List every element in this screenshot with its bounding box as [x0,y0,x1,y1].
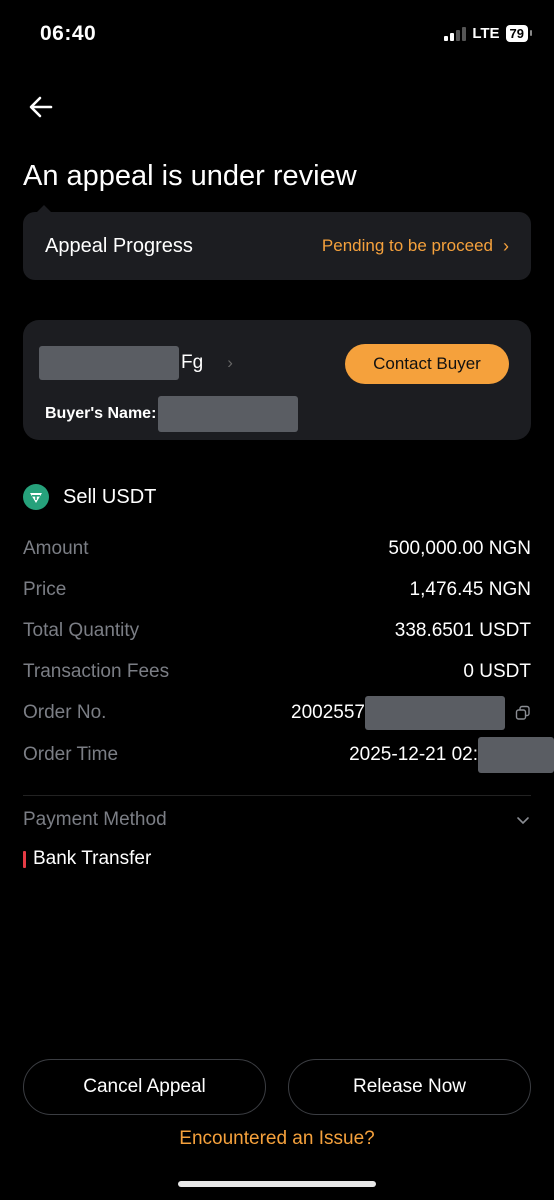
detail-value-order-no: 2002557 [291,696,531,731]
detail-value: 338.6501 USDT [394,619,531,641]
page-title: An appeal is under review [23,160,357,192]
divider [23,795,531,796]
chevron-right-icon: › [503,235,509,256]
detail-label: Total Quantity [23,619,140,641]
appeal-status[interactable]: Pending to be proceed › [322,236,509,257]
home-indicator[interactable] [178,1181,376,1187]
order-side: Sell USDT [23,484,156,510]
payment-marker [23,850,26,868]
redacted-buyer-name [158,396,299,432]
back-button[interactable] [24,90,58,124]
status-time: 06:40 [40,22,97,45]
detail-row-fees: Transaction Fees 0 USDT [23,652,531,693]
signal-icon [444,26,467,41]
encountered-issue-link[interactable]: Encountered an Issue? [0,1128,554,1150]
order-side-label: Sell USDT [63,485,157,508]
payment-method-value: Bank Transfer [33,848,152,869]
detail-row-quantity: Total Quantity 338.6501 USDT [23,610,531,651]
appeal-progress-card[interactable]: Appeal Progress Pending to be proceed › [23,205,531,280]
detail-value-order-time: 2025-12-21 02: [349,736,554,773]
detail-label: Transaction Fees [23,661,170,683]
status-bar: 06:40 LTE 79 [0,0,554,72]
status-indicators: LTE 79 [444,25,533,42]
appeal-status-text: Pending to be proceed [321,236,493,255]
tether-icon [23,484,49,510]
release-now-button[interactable]: Release Now [288,1059,531,1115]
redacted-order-number [365,696,505,731]
detail-row-order-time: Order Time 2025-12-21 02: [23,734,554,775]
detail-row-order-no: Order No. 2002557 [23,693,531,734]
network-type: LTE [472,25,500,42]
battery-icon: 79 [505,25,533,42]
buyer-nickname: Fg [181,352,204,373]
buyer-name-label: Buyer's Name: [45,405,157,422]
chevron-down-icon [517,817,529,825]
order-time: 2025-12-21 02: [349,743,478,765]
redacted-nickname [39,346,179,380]
redacted-order-time [478,736,554,773]
buyer-card: Fg › Contact Buyer Buyer's Name: [23,320,531,440]
detail-row-price: Price 1,476.45 NGN [23,569,531,610]
order-details: Amount 500,000.00 NGN Price 1,476.45 NGN… [23,528,554,775]
appeal-progress-label: Appeal Progress [45,234,193,257]
detail-value: 500,000.00 NGN [388,537,531,559]
payment-method-label: Payment Method [23,809,167,830]
buyer-name-row: Buyer's Name: [45,396,299,432]
detail-label: Order No. [23,702,107,724]
payment-method-header[interactable]: Payment Method [23,806,531,834]
detail-label: Order Time [23,743,119,765]
chevron-right-icon: › [227,353,233,372]
copy-icon[interactable] [515,705,531,721]
buyer-nickname-link[interactable]: Fg › [39,346,233,380]
arrow-left-icon [29,96,53,118]
detail-row-amount: Amount 500,000.00 NGN [23,528,531,569]
detail-value: 0 USDT [463,661,531,683]
order-number: 2002557 [291,702,365,724]
cancel-appeal-button[interactable]: Cancel Appeal [23,1059,266,1115]
contact-buyer-button[interactable]: Contact Buyer [345,344,509,384]
detail-label: Price [23,578,67,600]
detail-value: 1,476.45 NGN [409,578,531,600]
payment-method-item: Bank Transfer [23,848,151,870]
detail-label: Amount [23,537,89,559]
